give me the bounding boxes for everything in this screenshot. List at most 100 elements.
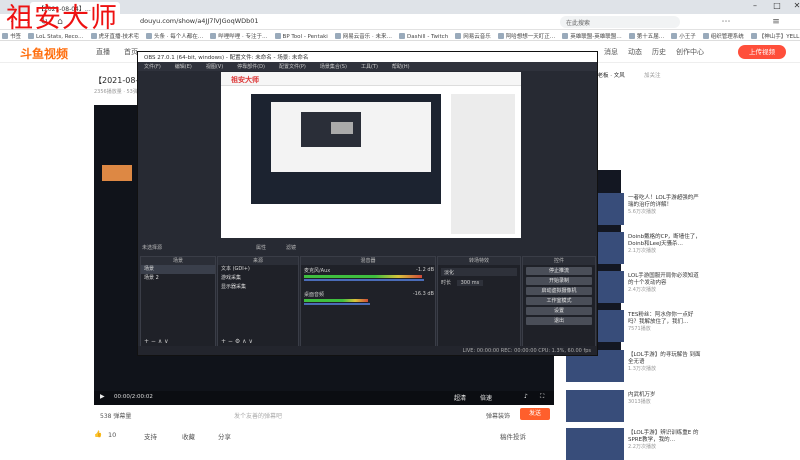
settings-button[interactable]: 设置	[526, 307, 592, 315]
obs-menu-item[interactable]: 配置文件(P)	[279, 64, 306, 70]
exit-button[interactable]: 退出	[526, 317, 592, 325]
address-bar: ‹ › ↻ ⌂ douyu.com/show/a4JJ7lVJGoqWDb01 …	[0, 14, 800, 30]
start-recording-button[interactable]: 开始录制	[526, 277, 592, 285]
support-button[interactable]: 支持	[144, 431, 157, 441]
quality-button[interactable]: 超清	[454, 393, 466, 402]
player-controls: ▶ 00:00/2:00:02 超清 倍速 ♪ ⛶	[94, 391, 554, 405]
fullscreen-icon[interactable]: ⛶	[540, 393, 544, 401]
preview-logo: 祖安大师	[231, 76, 259, 84]
volume-slider[interactable]	[304, 303, 370, 305]
nav-home[interactable]: 首页	[124, 47, 138, 57]
recommend-item[interactable]: 【LOL手游】的寻玩解告 到面全无语 1.3万次播放	[628, 352, 704, 373]
obs-menu-item[interactable]: 帮助(H)	[392, 64, 410, 70]
collect-button[interactable]: 收藏	[182, 431, 195, 441]
recommend-item[interactable]: TES粉丝：阿水你你一点好吗？我解放住了，我们… 7571播放	[628, 312, 704, 333]
video-thumbnail[interactable]	[566, 428, 624, 460]
scene-item[interactable]: 场景 2	[141, 274, 215, 283]
extensions-icon[interactable]: ⋯	[720, 16, 732, 28]
danmaku-row: 538 弹幕量 发个友善的弹幕吧 弹幕装饰	[94, 408, 554, 422]
bookmark-item[interactable]: BP Tool - Pentaki	[275, 33, 328, 40]
level-meter	[304, 275, 422, 278]
bookmark-item[interactable]: 头条 · 每个人都在…	[146, 32, 203, 40]
virtual-camera-button[interactable]: 启动虚拟摄像机	[526, 287, 592, 295]
recommend-title: LOL手游国服开局你必须知道的十个发动内容	[628, 273, 699, 286]
recommend-item[interactable]: 【LOL手游】辨识训练重E 的SPRE教学，我的… 2.2万次播放	[628, 430, 704, 451]
nav-history[interactable]: 历史	[652, 47, 666, 57]
recommend-title: Doinb戴格的CP，断墙住了，Doinb和LeeJ天骚杀…	[628, 234, 701, 247]
preview-sidebar	[451, 94, 515, 234]
recommend-info: 2.1万次播放	[628, 248, 656, 254]
obs-menu-item[interactable]: 停靠部件(D)	[237, 64, 265, 70]
maximize-icon[interactable]: □	[766, 1, 788, 13]
source-item[interactable]: 游戏采集	[218, 274, 298, 283]
danmaku-input[interactable]: 发个友善的弹幕吧	[234, 411, 282, 420]
bookmark-item[interactable]: 英雄联盟-英雄联盟…	[562, 32, 622, 40]
follow-button[interactable]: 加关注	[644, 71, 661, 79]
scenes-panel: 场景 场景 场景 2 + − ∧ ∨	[140, 256, 216, 348]
bookmark-item[interactable]: 网易云音乐 · 未来…	[335, 32, 392, 40]
share-button[interactable]: 分享	[218, 431, 231, 441]
search-input[interactable]: 在此搜索	[560, 16, 680, 28]
duration-label: 时长	[441, 280, 452, 286]
speed-button[interactable]: 倍速	[480, 393, 492, 402]
obs-menu: 文件(F) 编辑(E) 视图(V) 停靠部件(D) 配置文件(P) 场景集合(S) 工具(T…	[138, 62, 597, 71]
recommend-info: 7571播放	[628, 326, 651, 332]
bookmark-item[interactable]: 哔哩哔哩 · 专注于…	[210, 32, 267, 40]
recommend-item[interactable]: 内武机万岁 3013播放	[628, 392, 704, 406]
recommend-item[interactable]: 一者吃人！LOL手游超强的严瑞的治疗的详解！ 5.6万次播放	[628, 195, 704, 216]
play-icon[interactable]: ▶	[100, 393, 105, 400]
bookmark-item[interactable]: 小王子	[671, 32, 696, 40]
like-icon[interactable]: 👍	[94, 430, 102, 438]
bookmark-item[interactable]: 阿哈想想一天盯正…	[498, 32, 556, 40]
bookmark-item[interactable]: 网易云音乐	[455, 32, 491, 40]
sources-panel: 来源 文本 (GDI+) 游戏采集 显示器采集 + − ⚙ ∧ ∨	[217, 256, 299, 348]
obs-menu-item[interactable]: 场景集合(S)	[320, 64, 347, 70]
obs-menu-item[interactable]: 视图(V)	[206, 64, 223, 70]
mixer-channel: 桌面音频 -16.3 dB	[304, 291, 434, 311]
scene-item[interactable]: 场景	[141, 265, 215, 274]
browser-tab-bar: 【2021-08-04】… – □ ✕	[0, 0, 800, 14]
nav-creator[interactable]: 创作中心	[676, 47, 704, 57]
recommend-item[interactable]: LOL手游国服开局你必须知道的十个发动内容 2.4万次播放	[628, 273, 704, 294]
video-thumbnail[interactable]	[566, 390, 624, 422]
send-button[interactable]: 发送	[520, 408, 550, 420]
nav-messages[interactable]: 消息	[604, 47, 618, 57]
channel-name: 麦克风/Aux	[304, 268, 331, 274]
danmaku-setting[interactable]: 弹幕装饰	[486, 411, 510, 420]
report-link[interactable]: 稿件投诉	[500, 431, 526, 441]
bookmark-item[interactable]: Dashill - Twitch	[399, 33, 448, 40]
level-meter	[304, 299, 368, 302]
stop-stream-button[interactable]: 停止推流	[526, 267, 592, 275]
source-item[interactable]: 文本 (GDI+)	[218, 265, 298, 274]
upload-button[interactable]: 上传视频	[738, 45, 786, 59]
close-icon[interactable]: ✕	[786, 1, 800, 13]
menu-icon[interactable]: ≡	[770, 16, 782, 28]
url-field[interactable]: douyu.com/show/a4JJ7lVJGoqWDb01	[140, 17, 259, 25]
obs-status-bar: LIVE: 00:00:00 REC: 00:00:00 CPU: 1.3%, …	[138, 346, 597, 355]
recommend-item[interactable]: Doinb戴格的CP，断墙住了，Doinb和LeeJ天骚杀… 2.1万次播放	[628, 234, 704, 255]
recommend-info: 3013播放	[628, 399, 651, 405]
recommend-title: 一者吃人！LOL手游超强的严瑞的治疗的详解！	[628, 195, 699, 208]
bookmark-item[interactable]: 第十五届…	[629, 32, 665, 40]
obs-menu-item[interactable]: 编辑(E)	[175, 64, 192, 70]
mixer-channel: 麦克风/Aux -1.2 dB	[304, 267, 434, 287]
volume-icon[interactable]: ♪	[524, 393, 528, 400]
watermark: 祖安大师	[6, 3, 118, 34]
filters-button[interactable]: 滤镜	[286, 244, 296, 251]
bookmark-item[interactable]: 组织管理系统	[703, 32, 744, 40]
transition-select[interactable]: 淡化	[441, 268, 517, 276]
volume-slider[interactable]	[304, 279, 424, 281]
obs-menu-item[interactable]: 工具(T)	[361, 64, 378, 70]
obs-preview[interactable]: 祖安大师	[221, 72, 521, 238]
obs-menu-item[interactable]: 文件(F)	[144, 64, 161, 70]
duration-input[interactable]: 300 ms	[456, 280, 484, 286]
properties-button[interactable]: 属性	[256, 244, 266, 251]
sources-header: 来源	[218, 257, 298, 265]
source-item[interactable]: 显示器采集	[218, 283, 298, 292]
minimize-icon[interactable]: –	[744, 1, 766, 13]
bookmark-item[interactable]: 【神山手】YELL…	[751, 32, 800, 40]
studio-mode-button[interactable]: 工作室模式	[526, 297, 592, 305]
nav-live[interactable]: 直播	[96, 47, 110, 57]
nav-dynamic[interactable]: 动态	[628, 47, 642, 57]
site-logo[interactable]: 斗鱼视频	[20, 45, 68, 62]
